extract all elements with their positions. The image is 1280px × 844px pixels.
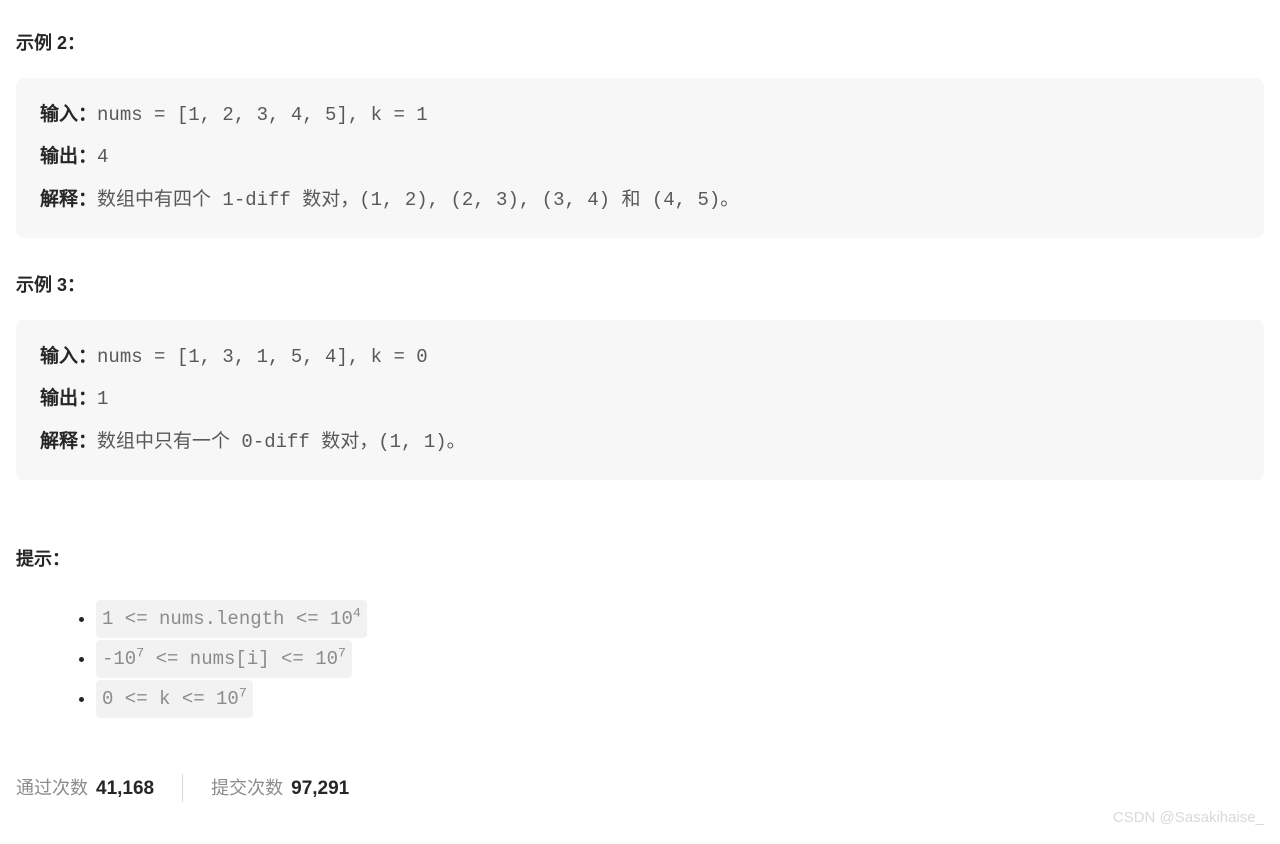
output-label: 输出： [40, 146, 97, 167]
output-value: 4 [97, 146, 108, 168]
constraint-code: -107 <= nums[i] <= 107 [96, 640, 352, 678]
pass-count-value: 41,168 [96, 768, 154, 810]
example-2-title: 示例 2： [16, 24, 1264, 64]
constraint-code: 1 <= nums.length <= 104 [96, 600, 367, 638]
explain-value: 数组中有四个 1-diff 数对，(1, 2), (2, 3), (3, 4) … [97, 189, 739, 211]
stats-bar: 通过次数 41,168 提交次数 97,291 [16, 768, 1264, 810]
constraint-item: 1 <= nums.length <= 104 [96, 600, 1264, 638]
stats-divider [182, 774, 183, 802]
pass-count-label: 通过次数 [16, 769, 88, 809]
submit-count-value: 97,291 [291, 768, 349, 810]
explain-label: 解释： [40, 431, 97, 452]
submit-count-label: 提交次数 [211, 769, 283, 809]
output-label: 输出： [40, 388, 97, 409]
example-3-block: 输入：nums = [1, 3, 1, 5, 4], k = 0 输出：1 解释… [16, 320, 1264, 480]
constraint-code: 0 <= k <= 107 [96, 680, 253, 718]
explain-value: 数组中只有一个 0-diff 数对，(1, 1)。 [97, 431, 466, 453]
input-label: 输入： [40, 104, 97, 125]
constraint-item: -107 <= nums[i] <= 107 [96, 640, 1264, 678]
input-value: nums = [1, 3, 1, 5, 4], k = 0 [97, 346, 428, 368]
explain-label: 解释： [40, 189, 97, 210]
example-2-block: 输入：nums = [1, 2, 3, 4, 5], k = 1 输出：4 解释… [16, 78, 1264, 238]
input-label: 输入： [40, 346, 97, 367]
input-value: nums = [1, 2, 3, 4, 5], k = 1 [97, 104, 428, 126]
constraint-item: 0 <= k <= 107 [96, 680, 1264, 718]
constraints-list: 1 <= nums.length <= 104 -107 <= nums[i] … [16, 600, 1264, 718]
output-value: 1 [97, 388, 108, 410]
watermark: CSDN @Sasakihaise_ [1113, 801, 1264, 834]
hints-title: 提示： [16, 540, 1264, 580]
example-3-title: 示例 3： [16, 266, 1264, 306]
